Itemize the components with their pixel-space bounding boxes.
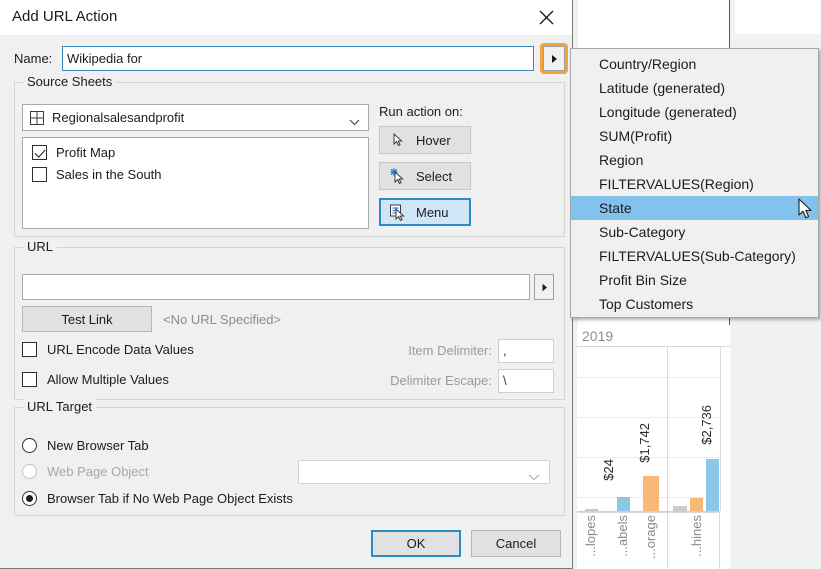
- url-encode-label: URL Encode Data Values: [47, 342, 194, 357]
- menu-item-sub-category[interactable]: Sub-Category: [571, 220, 818, 244]
- chevron-down-icon: [349, 114, 360, 129]
- run-action-menu-button[interactable]: Menu: [379, 198, 471, 226]
- bar-storage: [643, 476, 659, 511]
- sheet-item-label: Profit Map: [56, 144, 116, 160]
- url-legend: URL: [23, 239, 58, 254]
- url-target-web-page-object-row: Web Page Object: [22, 464, 149, 479]
- menu-cursor-icon: [388, 204, 408, 221]
- menu-item-latitude-generated[interactable]: Latitude (generated): [571, 76, 818, 100]
- category-label: ...hines: [689, 515, 704, 557]
- url-target-browser-tab-fallback-row[interactable]: Browser Tab if No Web Page Object Exists: [22, 491, 293, 506]
- radio-browser-tab-if-no-web-page-object[interactable]: [22, 491, 37, 506]
- menu-item-filtervalues-region[interactable]: FILTERVALUES(Region): [571, 172, 818, 196]
- name-insert-field-button[interactable]: [543, 46, 565, 71]
- cancel-button[interactable]: Cancel: [471, 530, 561, 557]
- menu-item-profit-bin-size[interactable]: Profit Bin Size: [571, 268, 818, 292]
- list-item[interactable]: Sales in the South: [23, 163, 368, 185]
- insert-field-dropdown-menu[interactable]: Country/Region Latitude (generated) Long…: [570, 48, 819, 318]
- allow-multiple-values-label: Allow Multiple Values: [47, 372, 169, 387]
- bar-value-label: $24: [601, 459, 616, 481]
- url-encode-checkbox[interactable]: [22, 342, 37, 357]
- delimiter-escape-label: Delimiter Escape:: [390, 373, 492, 388]
- name-input[interactable]: [62, 46, 534, 71]
- bar-machines-blue: [706, 459, 719, 511]
- allow-multiple-values-option-row[interactable]: Allow Multiple Values: [22, 372, 169, 387]
- source-sheet-list[interactable]: Profit Map Sales in the South: [22, 137, 369, 229]
- run-action-hover-button[interactable]: Hover: [379, 126, 471, 154]
- radio-web-page-object: [22, 464, 37, 479]
- add-url-action-dialog: Add URL Action Name: Source Sheets Regio…: [0, 0, 573, 569]
- url-encode-option-row[interactable]: URL Encode Data Values: [22, 342, 194, 357]
- sheet-checkbox-sales-in-the-south[interactable]: [32, 166, 47, 182]
- run-action-select-label: Select: [416, 168, 453, 184]
- arrow-cursor-icon: [388, 133, 408, 147]
- grid-icon: [30, 111, 44, 125]
- category-label: ...orage: [643, 515, 658, 560]
- chart-header-year: 2019: [577, 325, 730, 347]
- category-label: ...abels: [615, 515, 630, 557]
- radio-web-page-object-label: Web Page Object: [47, 464, 149, 479]
- source-sheet-combobox-value: Regionalsalesandprofit: [52, 110, 185, 125]
- bar-value-label: $2,736: [699, 405, 714, 445]
- background-bar-chart: 2019 $24 $1,742 $2,736 ...lopes ...abels…: [577, 325, 730, 569]
- sheet-checkbox-profit-map[interactable]: [32, 144, 47, 160]
- source-sheet-combobox[interactable]: Regionalsalesandprofit: [22, 104, 369, 131]
- item-delimiter-field[interactable]: ,: [498, 339, 554, 363]
- test-link-button[interactable]: Test Link: [22, 306, 152, 332]
- sheet-item-label: Sales in the South: [56, 166, 162, 182]
- source-sheets-legend: Source Sheets: [23, 74, 117, 89]
- run-action-on-label: Run action on:: [379, 104, 463, 119]
- menu-item-sum-profit[interactable]: SUM(Profit): [571, 124, 818, 148]
- bar-machines-orange: [690, 498, 703, 511]
- menu-item-region[interactable]: Region: [571, 148, 818, 172]
- url-target-legend: URL Target: [23, 399, 97, 414]
- item-delimiter-label: Item Delimiter:: [408, 343, 492, 358]
- run-action-hover-label: Hover: [416, 132, 451, 148]
- select-cursor-icon: [388, 168, 408, 184]
- radio-browser-tab-if-no-web-page-object-label: Browser Tab if No Web Page Object Exists: [47, 491, 293, 506]
- menu-item-longitude-generated[interactable]: Longitude (generated): [571, 100, 818, 124]
- chart-category-divider: [667, 512, 668, 569]
- url-insert-field-button[interactable]: [534, 274, 554, 300]
- web-page-object-combobox[interactable]: [298, 460, 550, 484]
- close-icon[interactable]: [524, 0, 568, 34]
- url-input[interactable]: [22, 274, 530, 300]
- bar-value-label: $1,742: [637, 423, 652, 463]
- menu-item-top-customers[interactable]: Top Customers: [571, 292, 818, 316]
- chevron-down-icon: [528, 469, 540, 484]
- chart-bars-layer: $24 $1,742 $2,736: [577, 347, 720, 511]
- menu-item-state[interactable]: State: [571, 196, 818, 220]
- bar-labels: [617, 497, 630, 511]
- allow-multiple-values-checkbox[interactable]: [22, 372, 37, 387]
- radio-new-browser-tab-label: New Browser Tab: [47, 438, 149, 453]
- radio-new-browser-tab[interactable]: [22, 438, 37, 453]
- menu-item-filtervalues-sub-category[interactable]: FILTERVALUES(Sub-Category): [571, 244, 818, 268]
- category-label: ...lopes: [583, 515, 598, 557]
- chart-category-axis: ...lopes ...abels ...orage ...hines: [577, 512, 720, 569]
- name-label: Name:: [14, 51, 53, 66]
- dialog-titlebar: Add URL Action: [0, 0, 572, 35]
- ok-button[interactable]: OK: [371, 530, 461, 557]
- dialog-title: Add URL Action: [12, 8, 118, 25]
- no-url-specified-text: <No URL Specified>: [163, 312, 282, 327]
- run-action-select-button[interactable]: Select: [379, 162, 471, 190]
- list-item[interactable]: Profit Map: [23, 141, 368, 163]
- menu-item-country-region[interactable]: Country/Region: [571, 52, 818, 76]
- url-target-new-browser-tab-row[interactable]: New Browser Tab: [22, 438, 149, 453]
- background-right-white-strip: [735, 0, 821, 34]
- delimiter-escape-field[interactable]: \: [498, 369, 554, 393]
- run-action-menu-label: Menu: [416, 204, 449, 220]
